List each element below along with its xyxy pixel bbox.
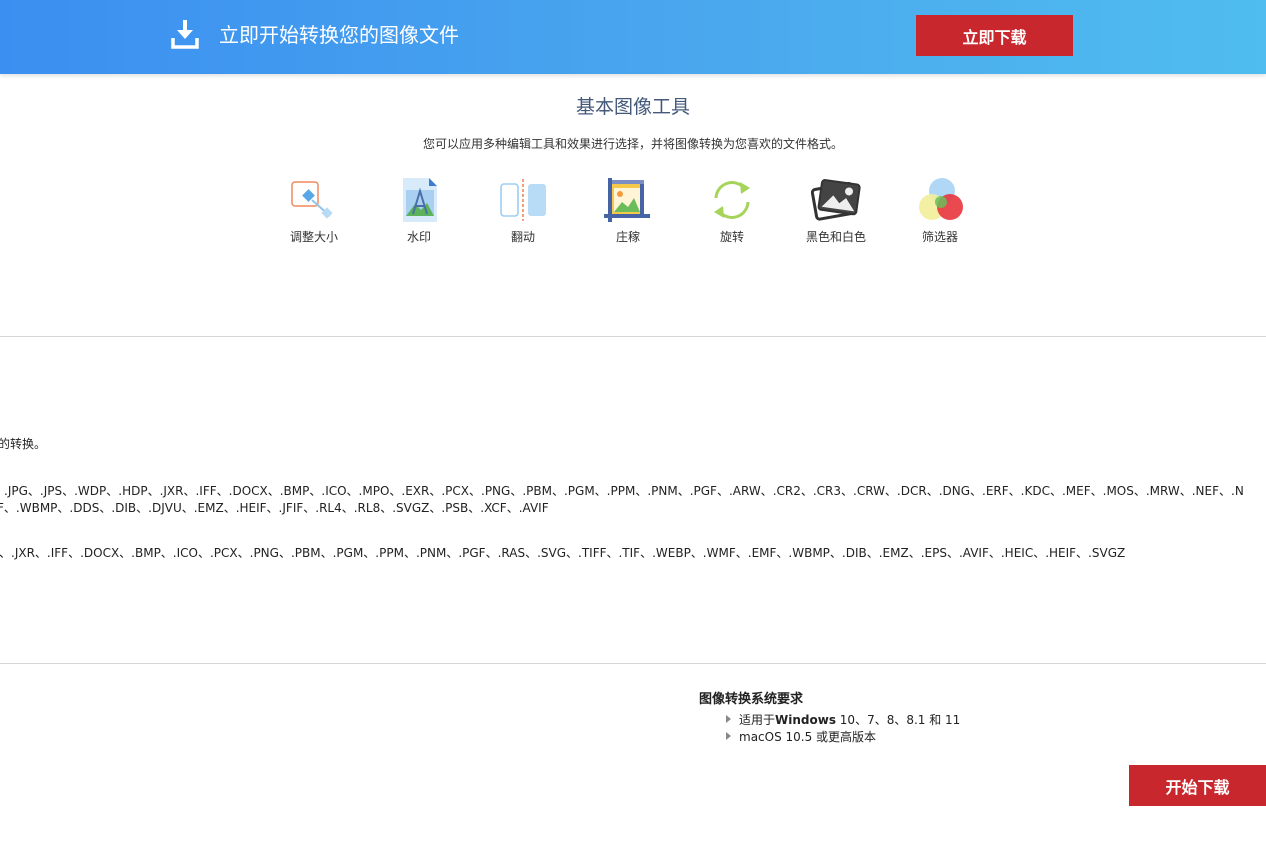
tool-label: 庄稼 (615, 230, 640, 244)
windows-prefix: 适用于 (739, 713, 776, 727)
windows-versions: 10、7、8、8.1 和 11 (835, 713, 961, 727)
tools-section-title: 基本图像工具 (575, 96, 690, 118)
download-icon (171, 20, 199, 49)
tools-section-subtitle: 您可以应用多种编辑工具和效果进行选择，并将图像转换为您喜欢的文件格式。 (422, 137, 843, 151)
crop-icon (604, 178, 650, 222)
mac-label: macOS 10.5 或更高版本 (739, 730, 877, 744)
banner-title: 立即开始转换您的图像文件 (219, 23, 459, 47)
section-divider (0, 663, 1266, 664)
tool-label: 筛选器 (921, 230, 958, 244)
output-formats: 、.JXR、.IFF、.DOCX、.BMP、.ICO、.PCX、.PNG、.PB… (0, 546, 1126, 560)
tool-label: 水印 (406, 230, 431, 244)
start-download-button[interactable]: 开始下载 (1129, 765, 1266, 806)
formats-intro-fragment: 的转换。 (0, 437, 47, 451)
tool-filter[interactable]: 筛选器 (890, 176, 990, 245)
bullet-arrow-icon (726, 715, 731, 723)
tool-label: 调整大小 (289, 230, 338, 244)
filter-icon (919, 178, 963, 220)
rotate-icon (714, 181, 750, 219)
watermark-icon (403, 178, 437, 222)
tool-label: 翻动 (510, 230, 535, 244)
download-banner: 立即开始转换您的图像文件 立即下载 (0, 0, 1266, 74)
tool-flip[interactable]: 翻动 (473, 176, 573, 245)
requirement-windows: 适用于Windows 10、7、8、8.1 和 11 (726, 711, 960, 728)
tool-rotate[interactable]: 旋转 (682, 176, 782, 245)
tool-resize[interactable]: 调整大小 (264, 176, 364, 245)
black-white-icon (810, 179, 861, 221)
section-divider (0, 336, 1266, 337)
tool-black-white[interactable]: 黑色和白色 (786, 176, 886, 245)
tool-watermark[interactable]: 水印 (369, 176, 469, 245)
resize-icon (291, 181, 333, 219)
tool-label: 旋转 (719, 230, 744, 244)
requirements-title: 图像转换系统要求 (699, 692, 804, 707)
tool-crop[interactable]: 庄稼 (578, 176, 678, 245)
download-now-button[interactable]: 立即下载 (916, 15, 1073, 56)
flip-icon (500, 179, 546, 221)
windows-label: Windows (775, 713, 836, 727)
bullet-arrow-icon (726, 732, 731, 740)
requirement-mac: macOS 10.5 或更高版本 (726, 728, 876, 745)
input-formats-line-1: .JPG、.JPS、.WDP、.HDP、.JXR、.IFF、.DOCX、.BMP… (4, 484, 1244, 498)
tool-label: 黑色和白色 (805, 230, 866, 244)
input-formats-line-2: F、.WBMP、.DDS、.DIB、.DJVU、.EMZ、.HEIF、.JFIF… (0, 501, 549, 515)
